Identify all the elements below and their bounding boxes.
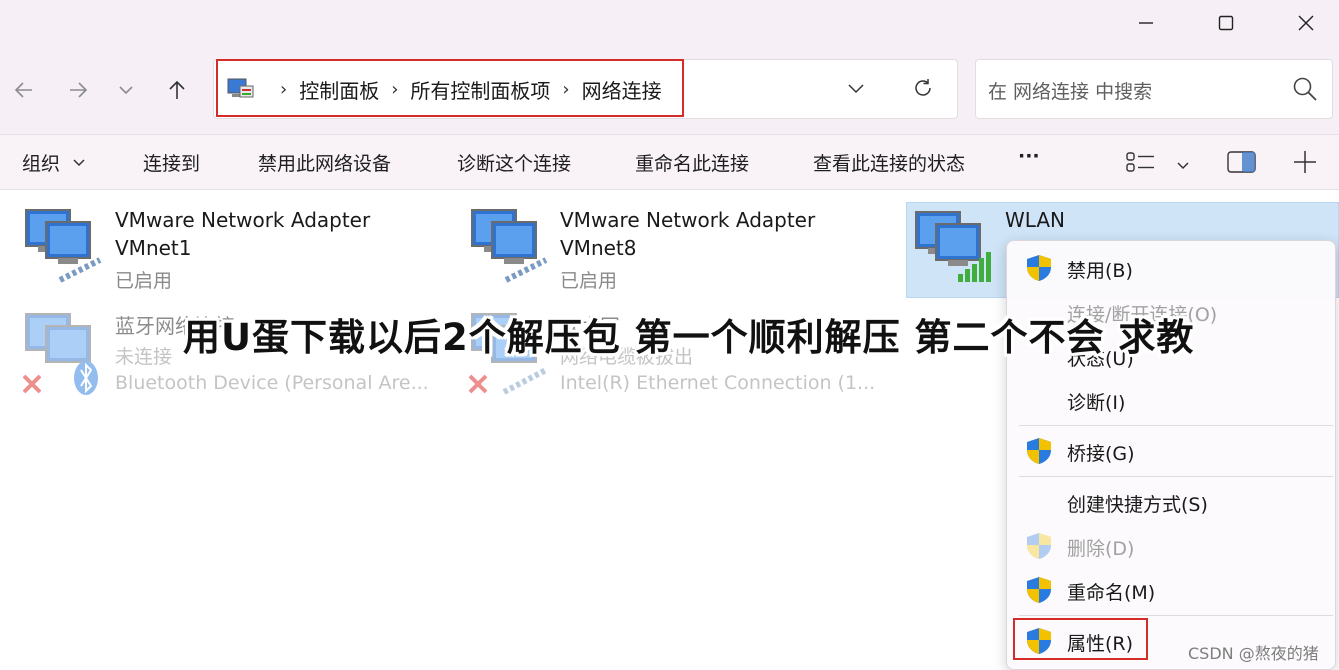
chevron-down-icon <box>1177 162 1189 170</box>
connection-status: 未连接 <box>115 346 173 368</box>
connection-device: Intel(R) Ethernet Connection (1... <box>560 372 876 394</box>
properties-highlight-box <box>1013 618 1148 660</box>
maximize-button[interactable] <box>1186 0 1266 46</box>
search-placeholder: 在 网络连接 中搜索 <box>988 81 1153 103</box>
wireless-adapter-icon <box>915 211 991 282</box>
bluetooth-adapter-icon <box>22 313 98 395</box>
command-bar: 组织 连接到 禁用此网络设备 诊断这个连接 重命名此连接 查看此连接的状态 ··… <box>0 134 1339 190</box>
rename-button[interactable]: 重命名此连接 <box>635 149 749 176</box>
disable-device-button[interactable]: 禁用此网络设备 <box>258 149 391 176</box>
organize-button[interactable]: 组织 <box>22 149 86 176</box>
refresh-button[interactable] <box>912 77 934 103</box>
view-options-button[interactable] <box>1126 151 1190 178</box>
recent-locations-button[interactable] <box>106 70 146 110</box>
menu-separator <box>1019 425 1333 426</box>
search-input[interactable]: 在 网络连接 中搜索 <box>975 59 1333 119</box>
diagnose-button[interactable]: 诊断这个连接 <box>457 149 571 176</box>
arrow-left-icon <box>14 82 32 98</box>
context-menu: 禁用(B) 连接/断开连接(O) 状态(U) 诊断(I) 桥接(G) 创建快捷方… <box>1006 240 1336 670</box>
maximize-icon <box>1218 15 1234 31</box>
up-button[interactable] <box>157 70 197 110</box>
connect-to-button[interactable]: 连接到 <box>143 149 200 176</box>
menu-item-delete[interactable]: 删除(D) <box>1007 526 1337 566</box>
uac-shield-icon <box>1027 255 1051 281</box>
network-adapter-icon <box>25 209 102 283</box>
uac-shield-icon <box>1027 533 1051 559</box>
menu-item-create-shortcut[interactable]: 创建快捷方式(S) <box>1007 482 1337 522</box>
arrow-right-icon <box>70 82 88 98</box>
connection-name: VMware Network Adapter <box>115 208 371 232</box>
preview-pane-button[interactable] <box>1227 151 1257 178</box>
uac-shield-icon <box>1027 438 1051 464</box>
breadcrumb-highlight-box <box>216 59 684 117</box>
network-adapter-icon <box>471 209 548 283</box>
chevron-down-icon <box>119 86 133 95</box>
menu-item-bridge[interactable]: 桥接(G) <box>1007 431 1337 471</box>
minimize-icon <box>1139 22 1153 24</box>
connection-name: VMware Network Adapter <box>560 208 816 232</box>
chevron-down-icon <box>73 159 85 167</box>
uac-shield-icon <box>1027 577 1051 603</box>
list-view-icon <box>1126 152 1154 172</box>
address-dropdown-button[interactable] <box>846 78 866 102</box>
add-button[interactable] <box>1292 149 1318 180</box>
forward-button[interactable] <box>58 70 98 110</box>
connection-name-line2: VMnet1 <box>115 236 192 260</box>
question-caption: 用U蛋下载以后2个解压包 第一个顺利解压 第二个不会 求教 <box>183 316 1195 359</box>
search-icon <box>1293 77 1317 101</box>
minimize-button[interactable] <box>1106 0 1186 46</box>
watermark: CSDN @熬夜的猪 <box>1188 644 1319 663</box>
menu-item-rename[interactable]: 重命名(M) <box>1007 570 1337 610</box>
connection-device: Bluetooth Device (Personal Are... <box>115 372 429 394</box>
arrow-up-icon <box>169 80 185 99</box>
connection-name-line2: VMnet8 <box>560 236 637 260</box>
menu-separator <box>1019 615 1333 616</box>
back-button[interactable] <box>4 70 44 110</box>
connection-status: 已启用 <box>560 270 618 292</box>
view-status-button[interactable]: 查看此连接的状态 <box>813 149 965 176</box>
close-button[interactable] <box>1266 0 1339 46</box>
menu-item-disable[interactable]: 禁用(B) <box>1007 248 1337 288</box>
menu-item-diagnose[interactable]: 诊断(I) <box>1007 380 1337 420</box>
title-bar <box>0 0 1339 46</box>
menu-separator <box>1019 476 1333 477</box>
chevron-down-icon <box>848 84 864 94</box>
connection-name: WLAN <box>1005 208 1066 232</box>
preview-pane-icon <box>1227 151 1256 173</box>
connection-status: 已启用 <box>115 270 173 292</box>
more-options-button[interactable]: ··· <box>1018 145 1040 167</box>
refresh-icon <box>915 79 931 96</box>
plus-icon <box>1294 151 1316 173</box>
close-icon <box>1298 15 1314 31</box>
